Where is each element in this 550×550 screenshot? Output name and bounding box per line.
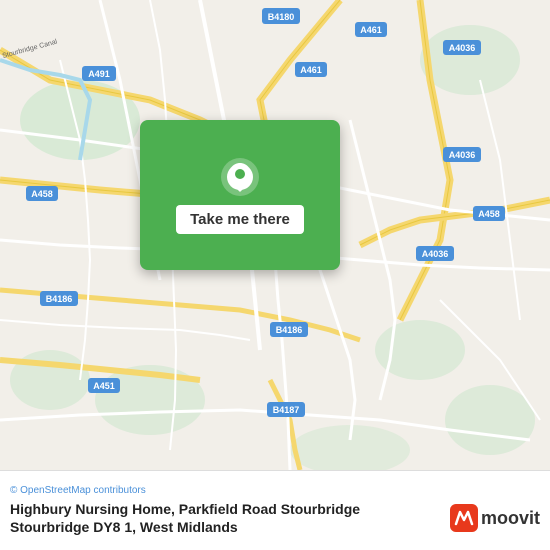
- svg-text:A4036: A4036: [449, 43, 476, 53]
- svg-text:A451: A451: [93, 381, 115, 391]
- svg-text:A4036: A4036: [422, 249, 449, 259]
- location-pin-icon: [220, 157, 260, 197]
- svg-text:B4186: B4186: [276, 325, 303, 335]
- svg-text:A461: A461: [360, 25, 382, 35]
- location-name: Highbury Nursing Home, Parkfield Road St…: [10, 500, 440, 536]
- svg-text:B4186: B4186: [46, 294, 73, 304]
- svg-text:A491: A491: [88, 69, 110, 79]
- svg-text:B4180: B4180: [268, 12, 295, 22]
- footer: © OpenStreetMap contributors Highbury Nu…: [0, 470, 550, 550]
- attribution-text: © OpenStreetMap contributors: [10, 485, 540, 496]
- svg-text:A461: A461: [300, 65, 322, 75]
- take-me-there-button[interactable]: Take me there: [176, 205, 304, 234]
- svg-text:A458: A458: [31, 189, 53, 199]
- moovit-logo: moovit: [450, 504, 540, 532]
- moovit-icon: [450, 504, 478, 532]
- moovit-brand-text: moovit: [481, 508, 540, 529]
- svg-text:A458: A458: [478, 209, 500, 219]
- svg-text:B4187: B4187: [273, 405, 300, 415]
- svg-text:A4036: A4036: [449, 150, 476, 160]
- cta-card: Take me there: [140, 120, 340, 270]
- map-container: B4180 A461 A4036 A491 A461 A4036 A458 A4…: [0, 0, 550, 550]
- openstreetmap-link[interactable]: © OpenStreetMap contributors: [10, 485, 146, 496]
